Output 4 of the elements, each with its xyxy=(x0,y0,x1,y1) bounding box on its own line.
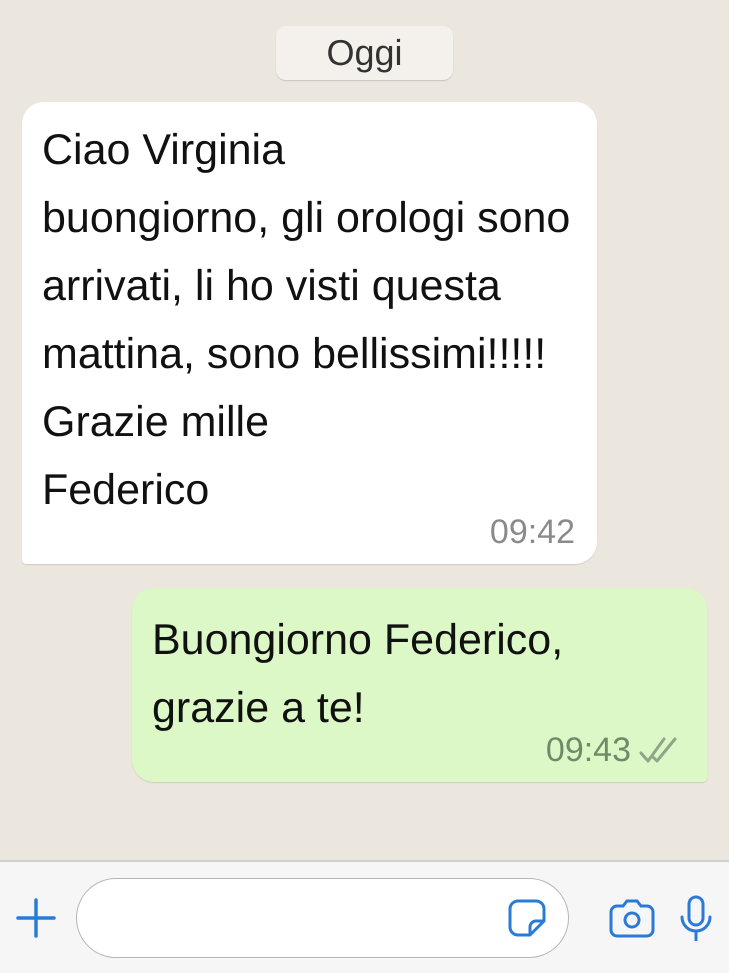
sticker-icon[interactable] xyxy=(508,898,546,936)
camera-icon[interactable] xyxy=(609,898,655,938)
plus-icon[interactable] xyxy=(16,898,56,938)
microphone-icon[interactable] xyxy=(679,894,713,940)
